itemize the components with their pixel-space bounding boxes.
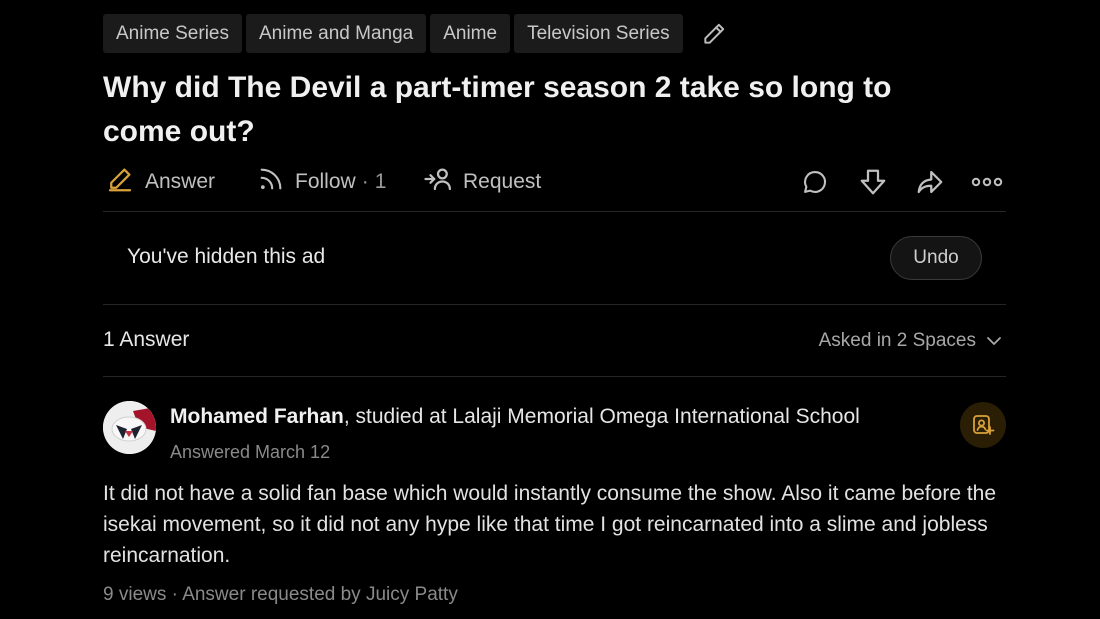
divider <box>103 376 1006 377</box>
chevron-down-icon <box>976 330 1002 352</box>
share-icon[interactable] <box>914 166 946 198</box>
comment-icon[interactable] <box>799 166 831 198</box>
follow-button[interactable]: Follow · 1 <box>257 164 386 200</box>
request-answer-icon[interactable] <box>960 402 1006 448</box>
question-title[interactable]: Why did The Devil a part-timer season 2 … <box>103 66 973 154</box>
answers-header: 1 Answer Asked in 2 Spaces <box>103 328 1006 356</box>
request-button[interactable]: Request <box>423 164 541 200</box>
topic-tag[interactable]: Anime <box>430 14 511 53</box>
answer-label: Answer <box>145 170 216 193</box>
follow-count: 1 <box>374 170 387 193</box>
follow-icon <box>257 165 295 199</box>
answer-meta: 9 views · Answer requested by Juicy Patt… <box>103 584 458 605</box>
asked-in-spaces-dropdown[interactable]: Asked in 2 Spaces <box>819 330 1002 352</box>
answer-button[interactable]: Answer <box>105 164 215 200</box>
answer-body[interactable]: It did not have a solid fan base which w… <box>103 478 1003 571</box>
divider <box>103 304 1006 305</box>
hidden-ad-notice: You've hidden this ad Undo <box>103 212 1006 304</box>
avatar[interactable] <box>103 401 156 454</box>
answer-count: 1 Answer <box>103 328 190 351</box>
follow-label: Follow <box>295 170 356 193</box>
hidden-ad-text: You've hidden this ad <box>127 245 326 268</box>
author-credential[interactable]: , studied at Lalaji Memorial Omega Inter… <box>344 405 860 428</box>
request-label: Request <box>463 170 542 193</box>
topic-tag[interactable]: Anime and Manga <box>246 14 427 53</box>
author-name[interactable]: Mohamed Farhan <box>170 405 344 428</box>
answer-author: Mohamed Farhan, studied at Lalaji Memori… <box>170 405 860 429</box>
asked-in-spaces-label: Asked in 2 Spaces <box>818 330 976 351</box>
topic-tag[interactable]: Anime Series <box>103 14 242 53</box>
undo-button[interactable]: Undo <box>890 236 982 280</box>
more-icon[interactable] <box>971 166 1003 198</box>
topic-list: Anime Series Anime and Manga Anime Telev… <box>103 14 727 53</box>
answer-date[interactable]: Answered March 12 <box>170 442 330 463</box>
topic-tag[interactable]: Television Series <box>514 14 683 53</box>
request-icon <box>423 164 463 200</box>
answer-icon <box>105 164 145 200</box>
question-actions: Answer Follow · 1 Request <box>103 164 1006 200</box>
edit-icon[interactable] <box>701 21 727 47</box>
downvote-icon[interactable] <box>857 166 889 198</box>
follow-separator: · <box>361 170 369 193</box>
